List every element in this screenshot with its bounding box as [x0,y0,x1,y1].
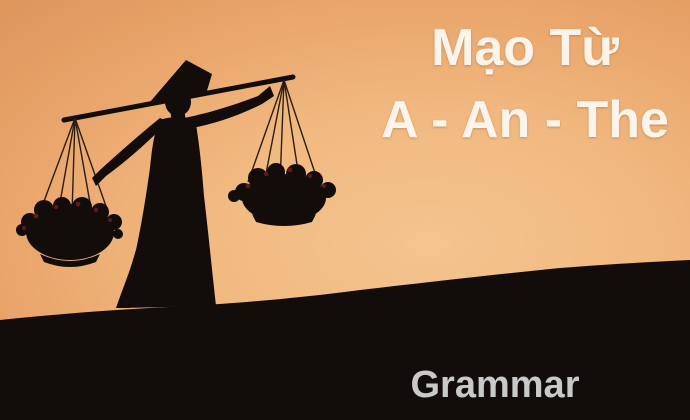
right-flower-basket [228,163,336,226]
left-basket-strings [39,117,109,215]
title-line-2: A - An - The [381,91,669,149]
left-flower-basket [16,197,123,267]
grammar-caption: Grammar [410,364,580,406]
title-line-1: Mạo Từ [431,19,619,77]
poster-canvas: Mạo Từ A - An - The Grammar [0,0,690,420]
